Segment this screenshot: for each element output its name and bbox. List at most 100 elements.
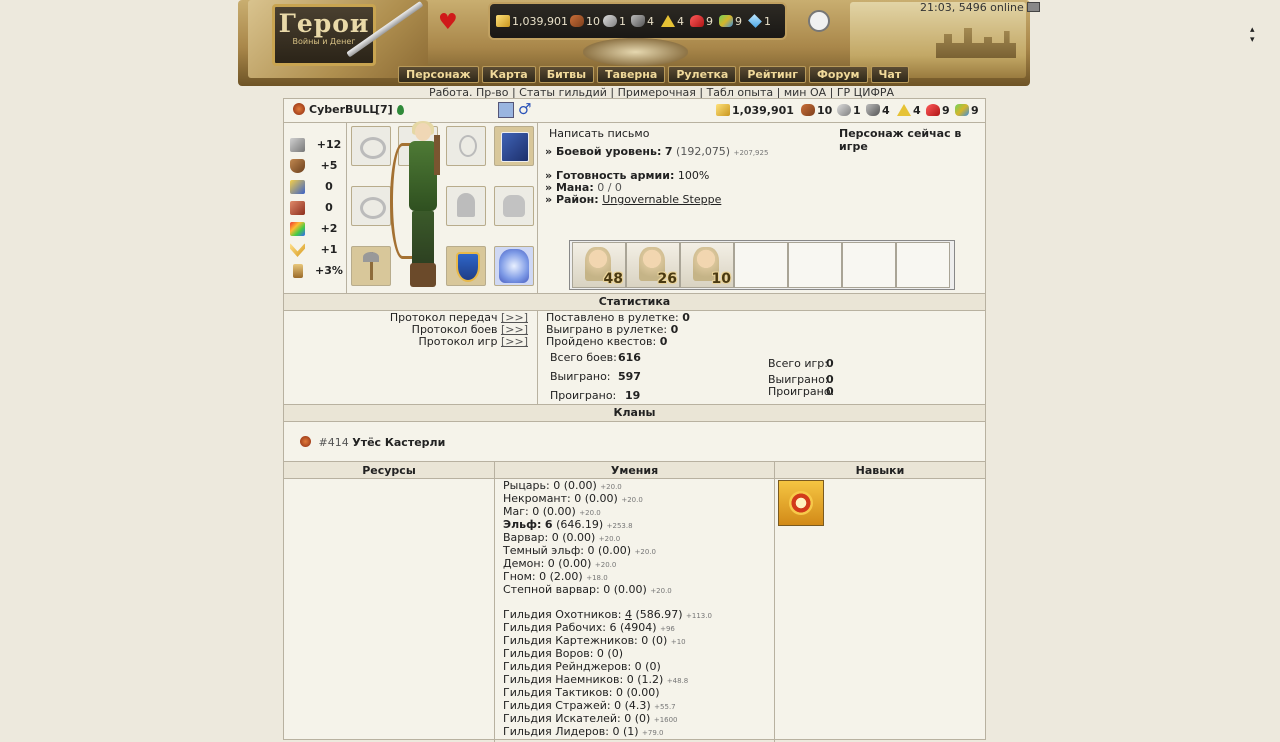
spellpower-icon [290, 180, 305, 194]
stat-initiative: +3% [290, 262, 348, 280]
guild-delta: +1600 [653, 716, 678, 724]
faction-level: 6 [544, 518, 553, 531]
slot-weapon[interactable] [351, 246, 391, 286]
faction-delta: +20.0 [579, 509, 601, 517]
guild-delta: +10 [670, 638, 686, 646]
player-gem: 9 [955, 104, 979, 117]
roulette-won-value: 0 [670, 323, 679, 336]
faction-name: Варвар: [503, 531, 549, 544]
army-value: 100% [677, 169, 710, 182]
statistics-title: Статистика [284, 293, 985, 311]
hero-portrait[interactable] [390, 121, 454, 291]
write-letter-link[interactable]: Написать письмо [549, 127, 649, 140]
faction-score: (646.19) [556, 518, 604, 531]
clan-name[interactable]: Утёс Кастерли [352, 436, 445, 449]
quests-value: 0 [659, 335, 668, 348]
nav-rating[interactable]: Рейтинг [739, 66, 807, 83]
guild-level: 6 [609, 621, 617, 634]
guild-level: 4 [624, 608, 632, 621]
character-panel: CyberBULL [7] ♂ 1,039,901 10 1 4 4 9 9 +… [283, 98, 986, 742]
stat-value: +2 [320, 222, 338, 235]
faction-row: Степной варвар: 0 (0.00) +20.0 [503, 584, 712, 597]
clan-emblem-icon[interactable] [300, 436, 311, 447]
nav-chat[interactable]: Чат [870, 66, 910, 83]
gem-value: 9 [735, 15, 742, 28]
perk-icon [789, 491, 813, 515]
skills-list: Рыцарь: 0 (0.00) +20.0 Некромант: 0 (0.00… [503, 480, 712, 739]
troop-slot-6[interactable] [842, 242, 896, 288]
troop-slot-2[interactable]: 26 [626, 242, 680, 288]
nav-forum[interactable]: Форум [809, 66, 868, 83]
faction-name: Маг: [503, 505, 529, 518]
mail-icon[interactable] [1026, 2, 1040, 12]
male-icon: ♂ [518, 100, 532, 118]
abilities-title: Навыки [855, 464, 905, 477]
divider [774, 462, 775, 742]
divider [284, 122, 985, 123]
sulfur-icon [661, 15, 675, 27]
roulette-stats: Поставлено в рулетке: 0 Выиграно в рулет… [546, 312, 690, 348]
stat-value: +12 [316, 138, 342, 151]
nav-character[interactable]: Персонаж [398, 66, 479, 83]
slot-familiar[interactable] [494, 246, 534, 286]
gold-icon [496, 15, 510, 27]
faction-score: (2.00) [549, 570, 583, 583]
protocol-games-link[interactable]: [>>] [501, 335, 528, 348]
player-gold: 1,039,901 [716, 104, 794, 117]
stat-attack: +12 [290, 136, 348, 154]
troop-slot-5[interactable] [788, 242, 842, 288]
slot-ring-1[interactable] [351, 126, 391, 166]
guild-score: (4.3) [624, 699, 651, 712]
slot-backpack[interactable] [494, 186, 534, 226]
nav-tavern[interactable]: Таверна [597, 66, 666, 83]
info-icon[interactable] [498, 102, 514, 118]
player-ore-value: 1 [853, 104, 861, 117]
troop-slot-7[interactable] [896, 242, 950, 288]
faction-level: 0 [553, 479, 561, 492]
spirit-icon [499, 249, 529, 283]
perk-slot[interactable] [778, 480, 824, 526]
guild-score: (0) [607, 647, 624, 660]
slot-book[interactable] [494, 126, 534, 166]
guild-score: (0.00) [626, 686, 660, 699]
heart-icon[interactable]: ♥ [438, 10, 458, 35]
drop-icon [397, 105, 404, 115]
faction-level: 0 [551, 531, 559, 544]
guild-name: Гильдия Рабочих: [503, 621, 606, 634]
guild-name: Гильдия Охотников: [503, 608, 622, 621]
game-logo[interactable]: Герои Войны и Денег [272, 4, 376, 66]
battles-lost-value: 19 [625, 389, 641, 402]
stat-morale: +1 [290, 241, 348, 259]
guild-delta: +96 [660, 625, 675, 633]
troop-slot-3[interactable]: 10 [680, 242, 734, 288]
wood-resource: 10 [570, 15, 600, 28]
mercury-icon [631, 15, 645, 27]
mercury-icon [866, 104, 880, 116]
sulfur-resource: 4 [661, 15, 684, 28]
faction-score: (0.00) [584, 492, 618, 505]
scroll-arrows-icon[interactable]: ▴ ▾ [1250, 25, 1255, 45]
troop-slot-1[interactable]: 48 [572, 242, 626, 288]
troop-slot-4[interactable] [734, 242, 788, 288]
slot-ring-2[interactable] [351, 186, 391, 226]
nav-battles[interactable]: Битвы [538, 66, 595, 83]
stat-knowledge: 0 [290, 199, 348, 217]
gold-value: 1,039,901 [512, 15, 568, 28]
player-mercury-value: 4 [882, 104, 890, 117]
knowledge-icon [290, 201, 305, 215]
roulette-bet-value: 0 [682, 311, 690, 324]
faction-score: (0.00) [558, 557, 592, 570]
clan-emblem-icon[interactable] [293, 103, 305, 115]
hero-head [415, 123, 431, 141]
faction-delta: +253.8 [606, 522, 633, 530]
player-gold-value: 1,039,901 [732, 104, 794, 117]
hero-boots [410, 263, 436, 287]
nav-map[interactable]: Карта [481, 66, 536, 83]
nav-roulette[interactable]: Рулетка [668, 66, 737, 83]
ring-icon [360, 197, 386, 219]
player-name[interactable]: CyberBULL [309, 103, 376, 116]
stat-luck: +2 [290, 220, 348, 238]
district-link[interactable]: Ungovernable Steppe [602, 193, 721, 206]
faction-delta: +20.0 [621, 496, 643, 504]
header-resources-panel: 1,039,901 10 1 4 4 9 9 1 [488, 2, 787, 40]
